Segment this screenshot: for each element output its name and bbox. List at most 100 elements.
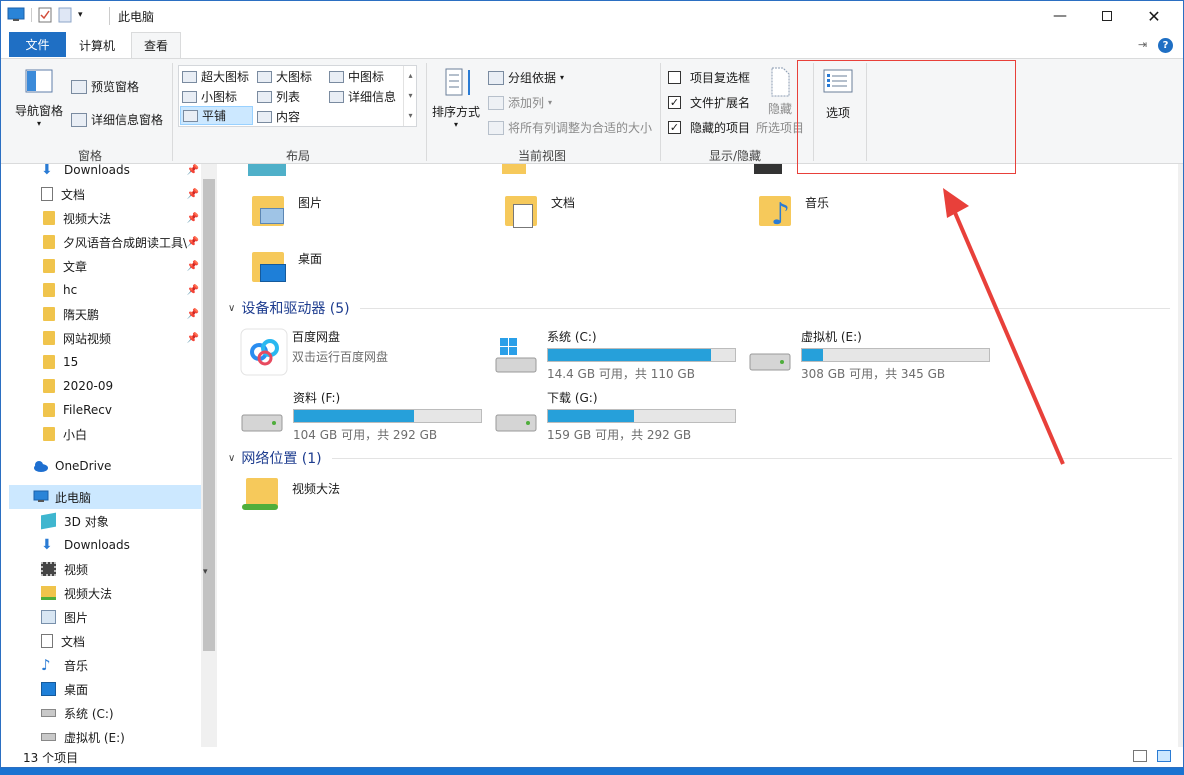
sidebar-item-this-pc[interactable]: 此电脑 [9, 485, 201, 509]
folder-music[interactable]: ♪ 音乐 [753, 188, 829, 232]
details-view-icon[interactable] [1133, 750, 1147, 762]
layout-extra-large[interactable]: 超大图标 [182, 68, 249, 85]
network-header-label: 网络位置 (1) [241, 451, 322, 467]
tab-computer[interactable]: 计算机 [67, 32, 127, 58]
sort-by-button[interactable]: 排序方式 ▾ [432, 67, 480, 129]
layout-medium-label: 中图标 [348, 70, 385, 84]
pin-icon[interactable]: 📌 [187, 261, 199, 272]
sidebar-item-desktop[interactable]: 桌面 [1, 677, 201, 701]
folder-icon [43, 379, 55, 393]
pin-icon[interactable]: 📌 [187, 189, 199, 200]
item-checkboxes-toggle[interactable]: 项目复选框 [668, 69, 750, 86]
drive-icon [495, 414, 537, 432]
layout-tiles[interactable]: 平铺 [180, 106, 253, 125]
layout-large[interactable]: 大图标 [257, 68, 312, 85]
tab-file[interactable]: 文件 [9, 32, 66, 57]
sidebar-item-2020-09[interactable]: 2020-09 [1, 374, 201, 398]
sidebar-item-music[interactable]: ♪ 音乐 [1, 653, 201, 677]
pin-icon[interactable]: 📌 [186, 236, 199, 248]
hidden-items-checkbox[interactable]: ✓ [668, 121, 681, 134]
document-icon [41, 634, 53, 648]
gallery-scroll[interactable]: ▴ ▾ ▾ [403, 66, 417, 126]
file-extensions-toggle[interactable]: ✓ 文件扩展名 [668, 94, 750, 111]
ribbon-separator [172, 63, 173, 161]
pin-icon[interactable]: 📌 [187, 165, 199, 176]
pin-icon[interactable]: 📌 [187, 285, 199, 296]
minimize-icon[interactable]: — [1037, 1, 1083, 31]
folder-desktop[interactable]: 桌面 [246, 244, 322, 288]
hidden-items-label: 隐藏的项目 [690, 121, 751, 135]
sidebar-item-15[interactable]: 15 [1, 350, 201, 374]
qat-dropdown-icon[interactable]: ▾ [78, 10, 83, 20]
details-pane-button[interactable]: 详细信息窗格 [71, 111, 163, 128]
pin-icon[interactable]: 📌 [187, 309, 199, 320]
sidebar-item-downloads[interactable]: ⬇ Downloads [1, 533, 201, 557]
layout-list[interactable]: 列表 [257, 88, 300, 105]
nav-pane-label: 导航窗格 [15, 104, 64, 118]
scroll-down-icon[interactable]: ▾ [203, 567, 208, 577]
sidebar-item-drive-c[interactable]: 系统 (C:) [1, 701, 201, 725]
sidebar-item-hc[interactable]: hc 📌 [1, 278, 201, 302]
pin-icon[interactable]: 📌 [187, 333, 199, 344]
sidebar-item-documents-quick[interactable]: 文档 📌 [1, 182, 201, 206]
close-icon[interactable]: ✕ [1131, 1, 1177, 31]
picture-folder-icon [246, 188, 290, 232]
sidebar-item-net-video-dafa[interactable]: 视频大法 [1, 581, 201, 605]
sidebar-item-onedrive[interactable]: OneDrive [1, 454, 201, 478]
details-icon [329, 90, 344, 103]
sidebar-item-videos[interactable]: 视频 [1, 557, 201, 581]
sidebar-item-video-dafa[interactable]: 视频大法 📌 [1, 206, 201, 230]
sidebar-item-xiaobai[interactable]: 小白 [1, 422, 201, 446]
sidebar-item-label: 3D 对象 [64, 514, 109, 529]
content-scrollbar[interactable] [1178, 164, 1183, 747]
sidebar-item-3d[interactable]: 3D 对象 [1, 509, 201, 533]
item-checkboxes-checkbox[interactable] [668, 71, 681, 84]
layout-details[interactable]: 详细信息 [329, 88, 396, 105]
sidebar-item-filerecv[interactable]: FileRecv [1, 398, 201, 422]
tab-view[interactable]: 查看 [131, 32, 181, 58]
layout-details-label: 详细信息 [348, 90, 397, 104]
layout-small[interactable]: 小图标 [182, 88, 237, 105]
add-columns-dropdown-icon: ▾ [548, 98, 553, 107]
baidu-netdisk[interactable]: 百度网盘 双击运行百度网盘 [240, 328, 388, 376]
file-extensions-checkbox[interactable]: ✓ [668, 96, 681, 109]
nav-scrollbar-thumb[interactable] [203, 179, 215, 651]
drive-usage-fill [548, 410, 635, 422]
sidebar-item-drive-e[interactable]: 虚拟机 (E:) [1, 725, 201, 747]
add-columns-button[interactable]: 添加列 ▾ [488, 94, 552, 111]
sidebar-item-sui[interactable]: 隋天鹏 📌 [1, 302, 201, 326]
pin-ribbon-icon[interactable]: ⇥ [1138, 38, 1147, 51]
group-by-button[interactable]: 分组依据 ▾ [488, 69, 564, 86]
sidebar-item-downloads-quick[interactable]: ⬇ Downloads 📌 [1, 164, 201, 182]
sidebar-item-pictures[interactable]: 图片 [1, 605, 201, 629]
layout-medium[interactable]: 中图标 [329, 68, 384, 85]
folder-documents[interactable]: 文档 [499, 188, 575, 232]
desktop-folder-icon [246, 244, 290, 288]
sidebar-item-label: 音乐 [64, 658, 89, 673]
properties-icon[interactable] [38, 7, 52, 23]
window-title: 此电脑 [118, 10, 155, 24]
help-icon[interactable]: ? [1158, 38, 1173, 53]
layout-tiles-label: 平铺 [202, 109, 227, 123]
drive-name: 系统 (C:) [547, 330, 597, 344]
nav-pane-button[interactable]: 导航窗格 ▾ [15, 69, 63, 128]
layout-content[interactable]: 内容 [257, 108, 300, 125]
new-folder-icon[interactable] [58, 7, 72, 23]
folder-pictures[interactable]: 图片 [246, 188, 322, 232]
hidden-items-toggle[interactable]: ✓ 隐藏的项目 [668, 119, 750, 136]
sidebar-item-label: 文章 [63, 259, 88, 274]
pin-icon[interactable]: 📌 [187, 213, 199, 224]
network-location-video-dafa[interactable]: 视频大法 [240, 474, 340, 518]
sidebar-item-tts-tool[interactable]: 夕风语音合成朗读工具\ 📌 [1, 230, 201, 254]
preview-pane-button[interactable]: 预览窗格 [71, 78, 139, 95]
explorer-window: ▾ 此电脑 — ✕ 文件 计算机 查看 ⇥ ? 导航窗格 ▾ 预览窗格 详细信息… [0, 0, 1184, 768]
sidebar-item-articles[interactable]: 文章 📌 [1, 254, 201, 278]
sidebar-item-label: 视频 [64, 562, 89, 577]
size-columns-button[interactable]: 将所有列调整为合适的大小 [488, 119, 652, 136]
sidebar-item-documents[interactable]: 文档 [1, 629, 201, 653]
details-pane-label: 详细信息窗格 [91, 113, 164, 127]
maximize-icon[interactable] [1084, 1, 1130, 31]
cloud-icon [34, 461, 48, 472]
tiles-view-icon[interactable] [1157, 750, 1171, 762]
sidebar-item-web-video[interactable]: 网站视频 📌 [1, 326, 201, 350]
